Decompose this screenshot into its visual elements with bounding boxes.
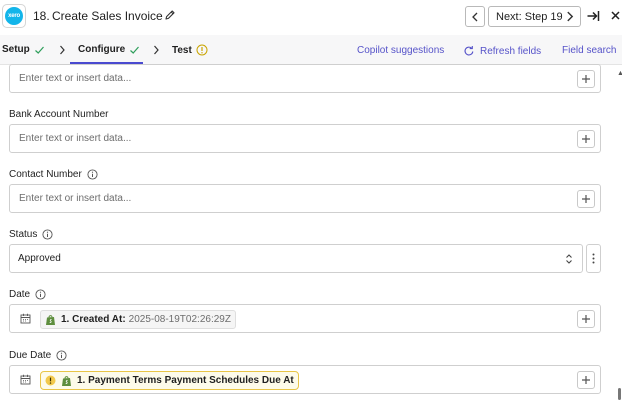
tab-configure-label: Configure <box>78 44 126 55</box>
chevron-right-icon <box>154 45 159 55</box>
contact-number-label-text: Contact Number <box>9 169 82 180</box>
info-icon[interactable] <box>56 350 67 361</box>
exit-to-right-icon[interactable] <box>586 9 600 23</box>
xero-logo-icon: xero <box>5 7 23 25</box>
date-label-text: Date <box>9 289 31 300</box>
info-icon[interactable] <box>87 169 98 180</box>
contact-number-label: Contact Number <box>9 169 98 180</box>
calendar-icon <box>20 374 31 385</box>
scroll-up-arrow[interactable]: ▲ <box>617 70 622 77</box>
status-select[interactable]: Approved <box>9 244 583 273</box>
step-header: xero 18. Create Sales Invoice Next: Step… <box>0 0 622 34</box>
pill-label: 1. Created At: <box>61 314 126 325</box>
step-tabs: Setup Configure Test Copilot suggestions… <box>0 35 622 65</box>
placeholder-text: Enter text or insert data... <box>19 73 132 84</box>
date-label: Date <box>9 289 46 300</box>
warning-icon <box>45 375 56 386</box>
chevron-up-down-icon <box>566 254 572 264</box>
next-step-label: Next: Step 19 <box>496 10 563 23</box>
plus-icon <box>582 135 590 143</box>
due-date-label: Due Date <box>9 350 67 361</box>
next-step-button[interactable]: Next: Step 19 <box>488 6 581 27</box>
field-search-link[interactable]: Field search <box>562 45 616 56</box>
previous-field-input[interactable]: Enter text or insert data... <box>9 64 601 93</box>
copilot-suggestions-link[interactable]: Copilot suggestions <box>357 45 444 56</box>
shopify-icon <box>62 375 71 386</box>
status-label-text: Status <box>9 229 38 240</box>
due-date-input[interactable]: 1. Payment Terms Payment Schedules Due A… <box>9 365 601 394</box>
tab-setup[interactable]: Setup <box>2 44 45 55</box>
insert-data-button[interactable] <box>577 70 595 88</box>
plus-icon <box>582 75 590 83</box>
bank-account-number-label: Bank Account Number <box>9 109 109 120</box>
refresh-fields-label: Refresh fields <box>480 45 542 57</box>
check-icon <box>130 46 140 54</box>
pencil-icon[interactable] <box>164 9 176 21</box>
date-input[interactable]: 1. Created At: 2025-08-19T02:26:29Z <box>9 304 601 333</box>
scrollbar-thumb[interactable] <box>618 388 621 400</box>
more-vertical-icon <box>592 253 595 264</box>
chevron-right-icon <box>567 11 574 22</box>
shopify-icon <box>46 314 55 325</box>
tab-test[interactable]: Test <box>172 44 208 56</box>
date-mapped-data-pill[interactable]: 1. Created At: 2025-08-19T02:26:29Z <box>40 310 236 329</box>
field-options-button[interactable] <box>586 244 601 273</box>
tab-configure[interactable]: Configure <box>78 44 140 55</box>
close-icon[interactable] <box>610 9 621 22</box>
insert-data-button[interactable] <box>577 130 595 148</box>
placeholder-text: Enter text or insert data... <box>19 133 132 144</box>
tab-test-label: Test <box>172 44 192 56</box>
plus-icon <box>582 315 590 323</box>
plus-icon <box>582 195 590 203</box>
calendar-icon <box>20 313 31 324</box>
tab-setup-label: Setup <box>2 44 30 55</box>
pill-label: 1. Payment Terms Payment Schedules Due A… <box>77 375 294 386</box>
xero-app-logo: xero <box>2 4 26 28</box>
warning-icon <box>196 44 208 56</box>
insert-data-button[interactable] <box>577 310 595 328</box>
insert-data-button[interactable] <box>577 371 595 389</box>
previous-step-button[interactable] <box>465 6 485 27</box>
refresh-icon <box>464 46 474 56</box>
status-label: Status <box>9 229 53 240</box>
plus-icon <box>582 376 590 384</box>
chevron-right-icon <box>60 45 65 55</box>
step-title[interactable]: Create Sales Invoice <box>52 9 163 23</box>
info-icon[interactable] <box>35 289 46 300</box>
due-date-label-text: Due Date <box>9 350 52 361</box>
placeholder-text: Enter text or insert data... <box>19 193 132 204</box>
pill-value: 2025-08-19T02:26:29Z <box>128 314 231 325</box>
bank-account-number-input[interactable]: Enter text or insert data... <box>9 124 601 153</box>
info-icon[interactable] <box>42 229 53 240</box>
bank-account-number-label-text: Bank Account Number <box>9 109 109 120</box>
step-number: 18. <box>33 9 50 23</box>
chevron-left-icon <box>472 12 478 21</box>
refresh-fields-button[interactable]: Refresh fields <box>463 45 541 57</box>
status-selected-value: Approved <box>18 253 61 264</box>
check-icon <box>34 46 44 54</box>
insert-data-button[interactable] <box>577 190 595 208</box>
due-date-mapped-data-pill[interactable]: 1. Payment Terms Payment Schedules Due A… <box>40 371 299 390</box>
contact-number-input[interactable]: Enter text or insert data... <box>9 184 601 213</box>
